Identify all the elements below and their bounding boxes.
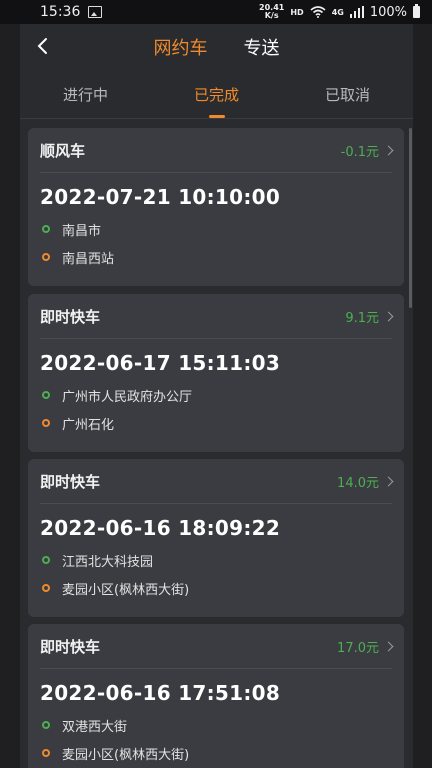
- start-dot-icon: [42, 225, 50, 233]
- order-card-header: 即时快车 17.0元: [40, 624, 394, 669]
- order-start-text: 南昌市: [62, 223, 102, 239]
- order-price: 14.0元: [337, 475, 379, 491]
- order-price-group: 17.0元: [337, 637, 394, 656]
- tab-cancelled[interactable]: 已取消: [282, 70, 413, 118]
- header: 网约车 专送: [20, 24, 413, 70]
- order-type: 即时快车: [40, 307, 101, 326]
- order-start: 南昌市: [42, 215, 404, 243]
- order-card[interactable]: 即时快车 17.0元 2022-06-16 17:51:08 双港西大街 麦园小…: [28, 624, 404, 768]
- status-left: 15:36: [40, 4, 103, 20]
- screen: 15:36 20.41 K/s HD 4G 100% 网约车 专送 进行中 已完…: [0, 0, 432, 768]
- order-type: 即时快车: [40, 472, 101, 491]
- header-tab-special-delivery[interactable]: 专送: [244, 34, 280, 60]
- order-type: 即时快车: [40, 637, 101, 656]
- status-bar: 15:36 20.41 K/s HD 4G 100%: [0, 0, 432, 24]
- gallery-notification-icon: [88, 6, 103, 18]
- order-start-text: 江西北大科技园: [62, 554, 154, 570]
- order-price: 17.0元: [337, 640, 379, 656]
- order-status-tabs: 进行中 已完成 已取消: [20, 70, 413, 119]
- order-list[interactable]: 顺风车 -0.1元 2022-07-21 10:10:00 南昌市 南昌西站 即…: [20, 128, 413, 768]
- order-price-group: -0.1元: [340, 141, 394, 160]
- order-start-text: 广州市人民政府办公厅: [62, 389, 193, 405]
- scrollbar-thumb[interactable]: [409, 128, 412, 308]
- chevron-right-icon: [383, 145, 394, 155]
- signal-icon: [349, 6, 364, 18]
- order-end: 麦园小区(枫林西大街): [42, 574, 404, 602]
- order-card-header: 即时快车 9.1元: [40, 294, 394, 339]
- chevron-left-icon: [37, 38, 47, 54]
- hd-indicator: HD: [290, 7, 304, 17]
- chevron-right-icon: [383, 641, 394, 651]
- network-speed-unit: K/s: [264, 11, 279, 20]
- order-end: 南昌西站: [42, 243, 404, 271]
- chevron-right-icon: [383, 476, 394, 486]
- wifi-icon: [310, 6, 326, 18]
- tab-in-progress[interactable]: 进行中: [20, 70, 151, 118]
- end-dot-icon: [42, 584, 50, 592]
- order-card-header: 顺风车 -0.1元: [40, 128, 394, 173]
- tab-completed[interactable]: 已完成: [151, 70, 282, 118]
- battery-percent: 100%: [369, 4, 407, 20]
- order-price: 9.1元: [345, 310, 379, 326]
- order-price-group: 9.1元: [345, 307, 394, 326]
- order-card-header: 即时快车 14.0元: [40, 459, 394, 504]
- order-price-group: 14.0元: [337, 472, 394, 491]
- chevron-right-icon: [383, 311, 394, 321]
- order-start: 双港西大街: [42, 711, 404, 739]
- order-end-text: 麦园小区(枫林西大街): [62, 582, 190, 598]
- order-price: -0.1元: [340, 144, 379, 160]
- order-end-text: 南昌西站: [62, 251, 115, 267]
- header-tab-ride-hailing[interactable]: 网约车: [154, 34, 208, 60]
- order-card[interactable]: 即时快车 9.1元 2022-06-17 15:11:03 广州市人民政府办公厅…: [28, 294, 404, 452]
- order-type: 顺风车: [40, 141, 86, 160]
- start-dot-icon: [42, 556, 50, 564]
- order-card[interactable]: 顺风车 -0.1元 2022-07-21 10:10:00 南昌市 南昌西站: [28, 128, 404, 286]
- end-dot-icon: [42, 749, 50, 757]
- order-end: 麦园小区(枫林西大街): [42, 739, 404, 767]
- order-time: 2022-06-16 17:51:08: [40, 681, 281, 705]
- network-speed: 20.41 K/s: [259, 4, 284, 20]
- order-time: 2022-06-17 15:11:03: [40, 351, 281, 375]
- start-dot-icon: [42, 391, 50, 399]
- battery-icon: [413, 4, 420, 18]
- order-time: 2022-07-21 10:10:00: [40, 185, 281, 209]
- start-dot-icon: [42, 721, 50, 729]
- order-card[interactable]: 即时快车 14.0元 2022-06-16 18:09:22 江西北大科技园 麦…: [28, 459, 404, 617]
- end-dot-icon: [42, 419, 50, 427]
- order-start-text: 双港西大街: [62, 719, 128, 735]
- status-right: 20.41 K/s HD 4G 100%: [259, 4, 420, 20]
- order-time: 2022-06-16 18:09:22: [40, 516, 281, 540]
- status-time: 15:36: [40, 4, 81, 20]
- order-end-text: 麦园小区(枫林西大街): [62, 747, 190, 763]
- order-start: 广州市人民政府办公厅: [42, 381, 404, 409]
- order-end: 广州石化: [42, 409, 404, 437]
- order-end-text: 广州石化: [62, 417, 115, 433]
- network-type: 4G: [331, 7, 344, 17]
- back-button[interactable]: [32, 34, 52, 58]
- app-container: 网约车 专送 进行中 已完成 已取消 顺风车 -0.1元 2022-07-21 …: [20, 24, 413, 768]
- end-dot-icon: [42, 253, 50, 261]
- order-start: 江西北大科技园: [42, 546, 404, 574]
